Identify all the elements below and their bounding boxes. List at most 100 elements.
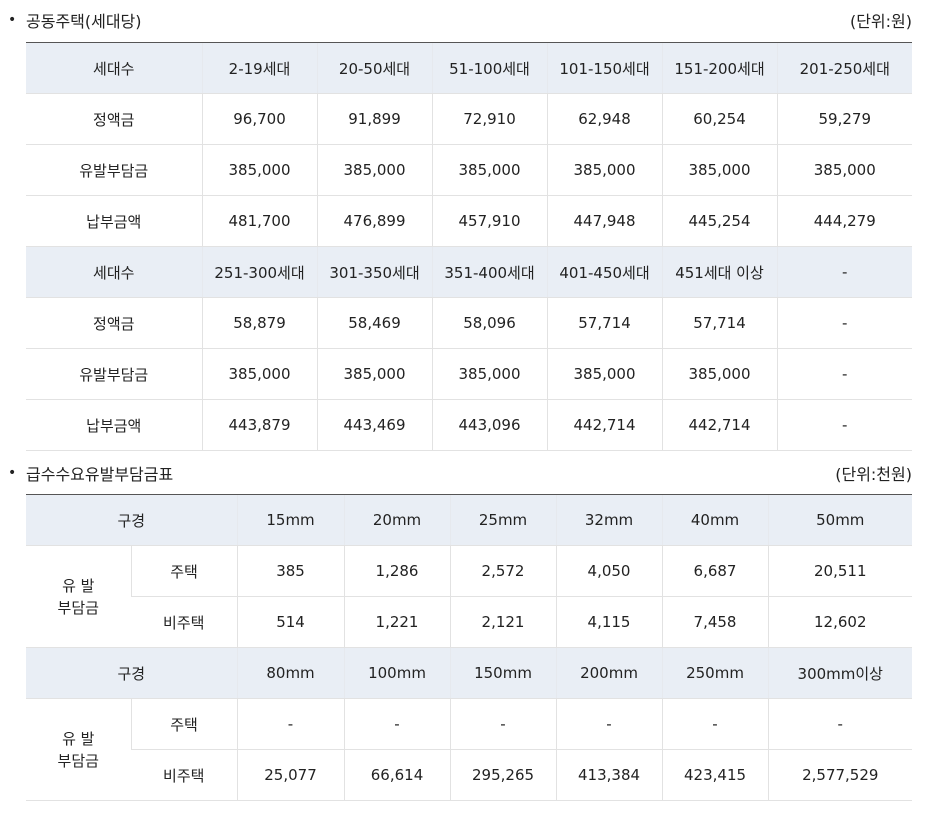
table-row: 유 발 부담금 주택 385 1,286 2,572 4,050 6,687 20,511 — [26, 545, 913, 648]
section-title-wrap: • 공동주택(세대당) — [0, 8, 142, 32]
value-cell: - — [776, 297, 912, 349]
value-cell: 25,077 — [236, 749, 345, 801]
column-header-cell: 200mm — [555, 647, 663, 699]
value-cell: 385,000 — [316, 144, 432, 196]
column-header-cell: - — [776, 246, 912, 298]
column-header-cell: 2-19세대 — [201, 42, 317, 94]
column-header-cell: 300mm이상 — [767, 647, 913, 699]
group-label-line: 부담금 — [57, 598, 99, 617]
section-title-wrap: • 급수수요유발부담금표 — [0, 461, 173, 485]
value-cell: 66,614 — [343, 749, 451, 801]
row-label-cell: 납부금액 — [26, 195, 202, 247]
value-cell: 385 — [236, 545, 345, 597]
value-cell: 58,879 — [201, 297, 317, 349]
value-cell: 1,221 — [343, 596, 451, 648]
table-row: 유발부담금 385,000 385,000 385,000 385,000 385,000… — [26, 144, 912, 196]
row-label-cell: 비주택 — [131, 749, 238, 801]
row-header-cell: 세대수 — [26, 246, 202, 298]
column-header-cell: 32mm — [555, 494, 663, 546]
row-header-cell: 세대수 — [26, 42, 202, 94]
apartment-fee-table: 세대수 2-19세대 20-50세대 51-100세대 101-150세대 151-200… — [26, 42, 912, 451]
column-header-cell: 301-350세대 — [316, 246, 432, 298]
column-header-cell: 451세대 이상 — [661, 246, 777, 298]
table-row: 정액금 96,700 91,899 72,910 62,948 60,254 59,279 — [26, 93, 912, 145]
row-label-cell: 정액금 — [26, 297, 202, 349]
group-label-line: 유 발 — [62, 729, 95, 748]
row-label-cell: 유발부담금 — [26, 144, 202, 196]
value-cell: 72,910 — [431, 93, 547, 145]
value-cell: 457,910 — [431, 195, 547, 247]
group-label-cell: 유 발 부담금 — [26, 545, 131, 648]
section-water-fee-heading: • 급수수요유발부담금표 (단위:천원) — [0, 461, 912, 485]
table-row: 유 발 부담금 주택 - - - - - - — [26, 698, 913, 801]
value-cell: - — [661, 698, 769, 750]
value-cell: 295,265 — [449, 749, 557, 801]
value-cell: 58,096 — [431, 297, 547, 349]
column-header-cell: 40mm — [661, 494, 769, 546]
column-header-cell: 51-100세대 — [431, 42, 547, 94]
table-header-row: 세대수 2-19세대 20-50세대 51-100세대 101-150세대 151-200… — [26, 42, 912, 94]
column-header-cell: 101-150세대 — [546, 42, 662, 94]
diameter-header-cell: 구경 — [26, 647, 238, 699]
value-cell: 443,096 — [431, 399, 547, 451]
value-cell: 57,714 — [661, 297, 777, 349]
value-cell: 385,000 — [431, 144, 547, 196]
column-header-cell: 15mm — [236, 494, 345, 546]
value-cell: 442,714 — [546, 399, 662, 451]
value-cell: 385,000 — [201, 348, 317, 400]
table-header-row: 구경 80mm 100mm 150mm 200mm 250mm 300mm이상 — [26, 647, 913, 699]
value-cell: 385,000 — [546, 348, 662, 400]
table-header-row: 구경 15mm 20mm 25mm 32mm 40mm 50mm — [26, 494, 913, 546]
bullet-icon: • — [8, 465, 17, 481]
value-cell: 20,511 — [767, 545, 913, 597]
value-cell: 385,000 — [776, 144, 912, 196]
unit-label: (단위:천원) — [835, 465, 912, 484]
table-row: 납부금액 481,700 476,899 457,910 447,948 445,254 4… — [26, 195, 912, 247]
value-cell: - — [767, 698, 913, 750]
group-label-cell: 유 발 부담금 — [26, 698, 131, 801]
value-cell: 4,050 — [555, 545, 663, 597]
value-cell: 4,115 — [555, 596, 663, 648]
value-cell: - — [776, 348, 912, 400]
table-header-row: 세대수 251-300세대 301-350세대 351-400세대 401-450세대 4… — [26, 246, 912, 298]
column-header-cell: 20mm — [343, 494, 451, 546]
diameter-header-cell: 구경 — [26, 494, 238, 546]
value-cell: 2,572 — [449, 545, 557, 597]
section-title: 공동주택(세대당) — [26, 12, 142, 31]
water-demand-fee-table: 구경 15mm 20mm 25mm 32mm 40mm 50mm 유 발 부담금 주택 385 1,2… — [26, 494, 913, 801]
column-header-cell: 25mm — [449, 494, 557, 546]
value-cell: 443,469 — [316, 399, 432, 451]
value-cell: 385,000 — [316, 348, 432, 400]
value-cell: 385,000 — [661, 348, 777, 400]
value-cell: 7,458 — [661, 596, 769, 648]
column-header-cell: 20-50세대 — [316, 42, 432, 94]
column-header-cell: 151-200세대 — [661, 42, 777, 94]
value-cell: - — [343, 698, 451, 750]
value-cell: 1,286 — [343, 545, 451, 597]
value-cell: 481,700 — [201, 195, 317, 247]
value-cell: - — [236, 698, 345, 750]
column-header-cell: 250mm — [661, 647, 769, 699]
row-label-cell: 정액금 — [26, 93, 202, 145]
column-header-cell: 80mm — [236, 647, 345, 699]
column-header-cell: 201-250세대 — [776, 42, 912, 94]
value-cell: 385,000 — [431, 348, 547, 400]
table-row: 유발부담금 385,000 385,000 385,000 385,000 385,000… — [26, 348, 912, 400]
value-cell: 91,899 — [316, 93, 432, 145]
value-cell: 442,714 — [661, 399, 777, 451]
column-header-cell: 351-400세대 — [431, 246, 547, 298]
column-header-cell: 150mm — [449, 647, 557, 699]
column-header-cell: 50mm — [767, 494, 913, 546]
value-cell: 447,948 — [546, 195, 662, 247]
section-apartment-heading: • 공동주택(세대당) (단위:원) — [0, 8, 912, 32]
row-label-cell: 주택 — [130, 698, 238, 750]
value-cell: 58,469 — [316, 297, 432, 349]
value-cell: - — [776, 399, 912, 451]
value-cell: - — [555, 698, 663, 750]
value-cell: 62,948 — [546, 93, 662, 145]
value-cell: 59,279 — [776, 93, 912, 145]
column-header-cell: 401-450세대 — [546, 246, 662, 298]
value-cell: 444,279 — [776, 195, 912, 247]
row-label-cell: 납부금액 — [26, 399, 202, 451]
value-cell: 385,000 — [546, 144, 662, 196]
